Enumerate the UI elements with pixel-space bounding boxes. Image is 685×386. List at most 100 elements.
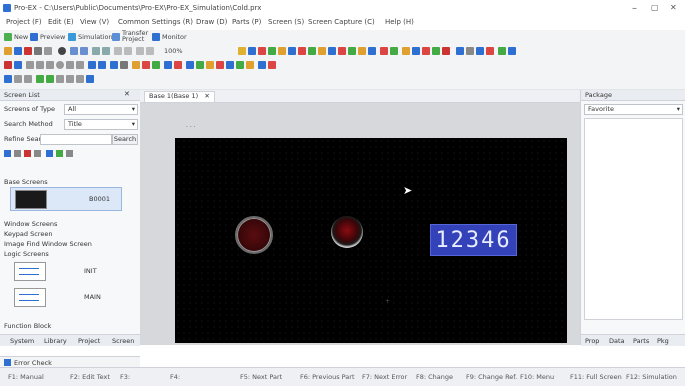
- menu-screen[interactable]: Screen (S): [268, 18, 304, 26]
- parts-icon-23[interactable]: [466, 47, 474, 55]
- arc-icon[interactable]: [66, 61, 74, 69]
- tree-logic-screens[interactable]: Logic Screens: [4, 250, 49, 258]
- type-select[interactable]: All ▾: [64, 104, 138, 115]
- monitor-label[interactable]: Monitor: [162, 33, 187, 41]
- parts-icon-9[interactable]: [318, 47, 326, 55]
- parts-icon-21[interactable]: [442, 47, 450, 55]
- menu-parts[interactable]: Parts (P): [232, 18, 261, 26]
- fill-color-icon[interactable]: [14, 61, 22, 69]
- parts-icon-12[interactable]: [348, 47, 356, 55]
- tab-data[interactable]: Data: [609, 337, 625, 345]
- refine-search-input[interactable]: [40, 134, 112, 145]
- menu-help[interactable]: Help (H): [385, 18, 414, 26]
- rectangle-icon[interactable]: [46, 61, 54, 69]
- parts-icon-20[interactable]: [432, 47, 440, 55]
- parts-icon-24[interactable]: [476, 47, 484, 55]
- simulation-icon[interactable]: [68, 33, 76, 41]
- back-icon[interactable]: [24, 75, 32, 83]
- error-check-tab[interactable]: Error Check: [14, 359, 52, 367]
- close-tab-icon[interactable]: ✕: [204, 92, 209, 100]
- screen-canvas[interactable]: 12346 ➤ +: [175, 138, 567, 343]
- grid-icon[interactable]: [92, 47, 100, 55]
- fkey-f8[interactable]: F8: Change: [416, 373, 453, 381]
- new-screen-icon[interactable]: [4, 150, 11, 157]
- fkey-f7[interactable]: F7: Next Error: [362, 373, 407, 381]
- preview-icon[interactable]: [30, 33, 38, 41]
- line-icon[interactable]: [26, 61, 34, 69]
- message-icon[interactable]: [216, 61, 224, 69]
- thumbnail-view-icon[interactable]: [56, 150, 63, 157]
- parts-icon-27[interactable]: [508, 47, 516, 55]
- parts-icon-7[interactable]: [298, 47, 306, 55]
- text-icon[interactable]: [164, 61, 172, 69]
- polygon-icon[interactable]: [76, 61, 84, 69]
- tab-system[interactable]: System: [10, 337, 34, 345]
- flip-icon[interactable]: [46, 75, 54, 83]
- fkey-f9[interactable]: F9: Change Ref.: [466, 373, 517, 381]
- parts-icon-16[interactable]: [390, 47, 398, 55]
- tab-properties[interactable]: Prop: [585, 337, 599, 345]
- filter-icon[interactable]: [86, 75, 94, 83]
- align-icon[interactable]: [114, 47, 122, 55]
- parts-icon-13[interactable]: [358, 47, 366, 55]
- parts-icon-2[interactable]: [248, 47, 256, 55]
- parts-icon-26[interactable]: [498, 47, 506, 55]
- parts-icon-3[interactable]: [258, 47, 266, 55]
- list-view-icon[interactable]: [46, 150, 53, 157]
- redo-icon[interactable]: [80, 47, 88, 55]
- open-icon[interactable]: [4, 47, 12, 55]
- fkey-f12[interactable]: F12: Simulation: [626, 373, 677, 381]
- front-icon[interactable]: [14, 75, 22, 83]
- fkey-f2[interactable]: F2: Edit Text: [70, 373, 110, 381]
- menu-screen-capture[interactable]: Screen Capture (C): [308, 18, 375, 26]
- menu-project[interactable]: Project (F): [6, 18, 42, 26]
- tree-image-find-window[interactable]: Image Find Window Screen: [4, 240, 92, 248]
- script-icon[interactable]: [258, 61, 266, 69]
- parts-icon-11[interactable]: [338, 47, 346, 55]
- fkey-f10[interactable]: F10: Menu: [520, 373, 554, 381]
- paste-icon[interactable]: [44, 47, 52, 55]
- sampling-icon[interactable]: [226, 61, 234, 69]
- recipe-icon[interactable]: [206, 61, 214, 69]
- parts-icon-19[interactable]: [422, 47, 430, 55]
- fkey-f3[interactable]: F3:: [120, 373, 130, 381]
- preview-label[interactable]: Preview: [40, 33, 65, 41]
- cut-icon[interactable]: [24, 47, 32, 55]
- editor-tab-base1[interactable]: Base 1(Base 1) ✕: [144, 91, 215, 102]
- zoom-out-icon[interactable]: [136, 47, 144, 55]
- picture-icon[interactable]: [152, 61, 160, 69]
- font-color-icon[interactable]: [4, 61, 12, 69]
- tree-keypad-screen[interactable]: Keypad Screen: [4, 230, 52, 238]
- fkey-f5[interactable]: F5: Next Part: [240, 373, 282, 381]
- parts-icon-25[interactable]: [486, 47, 494, 55]
- menu-edit[interactable]: Edit (E): [48, 18, 74, 26]
- movie-icon[interactable]: [196, 61, 204, 69]
- tree-base-screens[interactable]: Base Screens: [4, 178, 48, 186]
- graph-icon[interactable]: [120, 61, 128, 69]
- close-panel-icon[interactable]: ✕: [124, 90, 130, 98]
- search-button[interactable]: Search: [112, 134, 138, 145]
- package-list[interactable]: [584, 118, 683, 320]
- lamp-icon[interactable]: [98, 61, 106, 69]
- parts-icon-8[interactable]: [308, 47, 316, 55]
- new-icon[interactable]: [4, 33, 12, 41]
- transfer-icon[interactable]: [112, 33, 120, 41]
- delete-screen-icon[interactable]: [24, 150, 31, 157]
- circle-icon[interactable]: [56, 61, 64, 69]
- record-icon[interactable]: [58, 47, 66, 55]
- minimize-button[interactable]: –: [632, 3, 637, 14]
- zoom-level[interactable]: 100%: [164, 47, 183, 55]
- parts-icon-5[interactable]: [278, 47, 286, 55]
- parts-icon-17[interactable]: [402, 47, 410, 55]
- method-select[interactable]: Title ▾: [64, 119, 138, 130]
- trigger-icon[interactable]: [268, 61, 276, 69]
- parts-icon-10[interactable]: [328, 47, 336, 55]
- group-icon[interactable]: [124, 47, 132, 55]
- distribute-icon[interactable]: [76, 75, 84, 83]
- data-display-icon[interactable]: [110, 61, 118, 69]
- parts-icon-1[interactable]: [238, 47, 246, 55]
- parts-icon-18[interactable]: [412, 47, 420, 55]
- parts-icon-22[interactable]: [456, 47, 464, 55]
- undo-icon[interactable]: [70, 47, 78, 55]
- layer-icon[interactable]: [4, 75, 12, 83]
